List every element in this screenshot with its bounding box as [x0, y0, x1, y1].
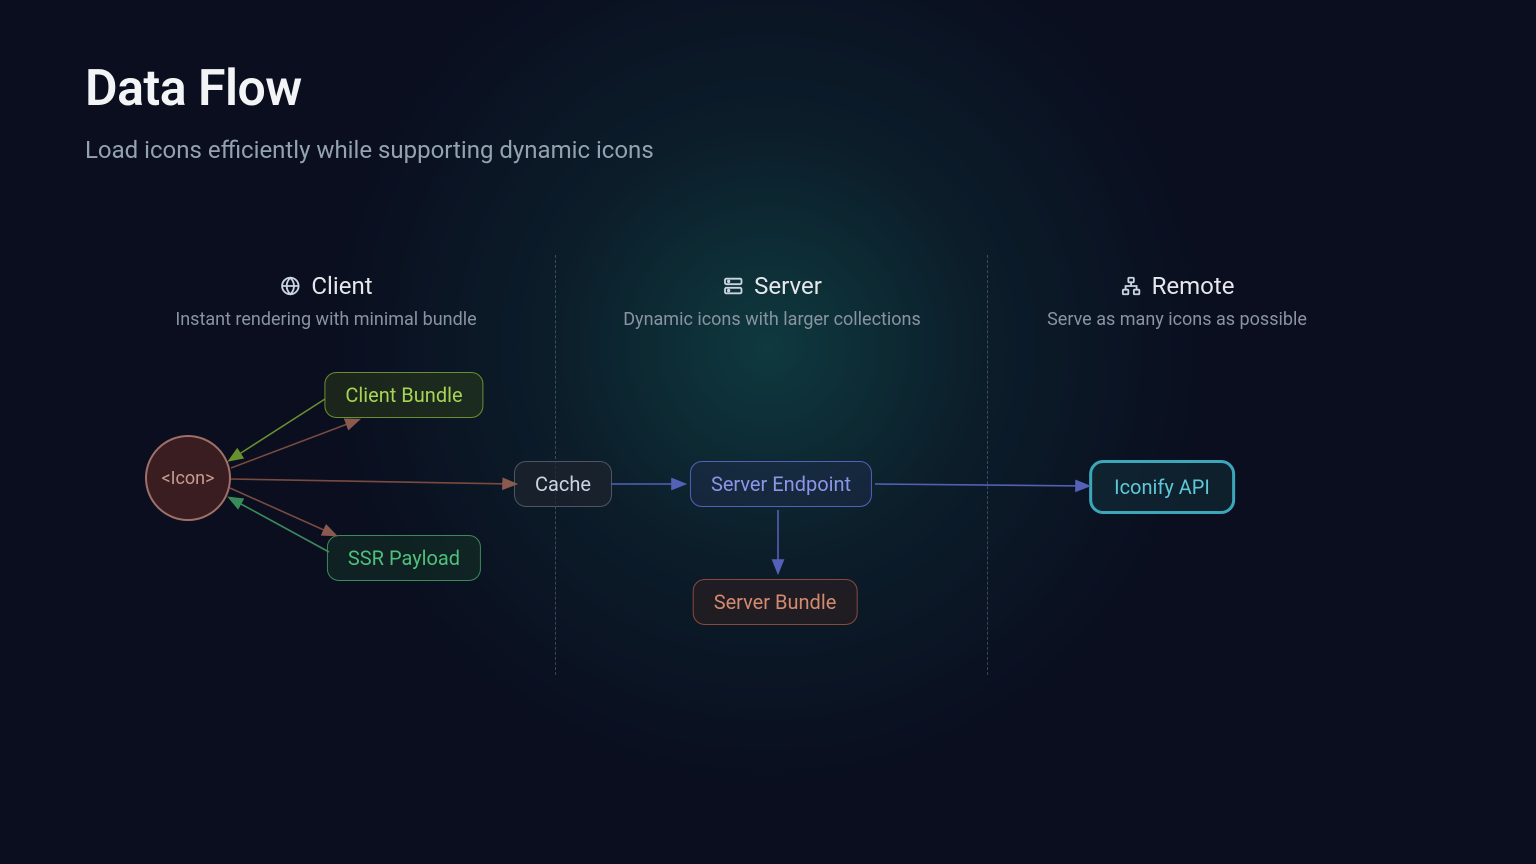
ssr-payload-node: SSR Payload [327, 535, 481, 581]
column-title-client: Client [311, 272, 372, 300]
network-icon [1120, 275, 1142, 297]
column-title-remote: Remote [1152, 272, 1235, 300]
column-desc-remote: Serve as many icons as possible [1047, 309, 1307, 330]
iconify-api-node: Iconify API [1089, 460, 1235, 514]
diagram-canvas: Client Instant rendering with minimal bu… [0, 0, 1536, 864]
icon-node-label: <Icon> [161, 468, 214, 489]
client-bundle-node: Client Bundle [324, 372, 483, 418]
server-endpoint-node: Server Endpoint [690, 461, 872, 507]
column-header-server: Server Dynamic icons with larger collect… [623, 272, 921, 330]
cache-node: Cache [514, 461, 612, 507]
column-divider [987, 255, 988, 675]
column-header-remote: Remote Serve as many icons as possible [1047, 272, 1307, 330]
column-title-server: Server [754, 272, 822, 300]
globe-icon [279, 275, 301, 297]
server-icon [722, 275, 744, 297]
arrows [0, 0, 1536, 864]
icon-node: <Icon> [145, 435, 231, 521]
column-desc-client: Instant rendering with minimal bundle [175, 309, 476, 330]
server-bundle-node: Server Bundle [693, 579, 858, 625]
column-header-client: Client Instant rendering with minimal bu… [175, 272, 476, 330]
column-desc-server: Dynamic icons with larger collections [623, 309, 921, 330]
